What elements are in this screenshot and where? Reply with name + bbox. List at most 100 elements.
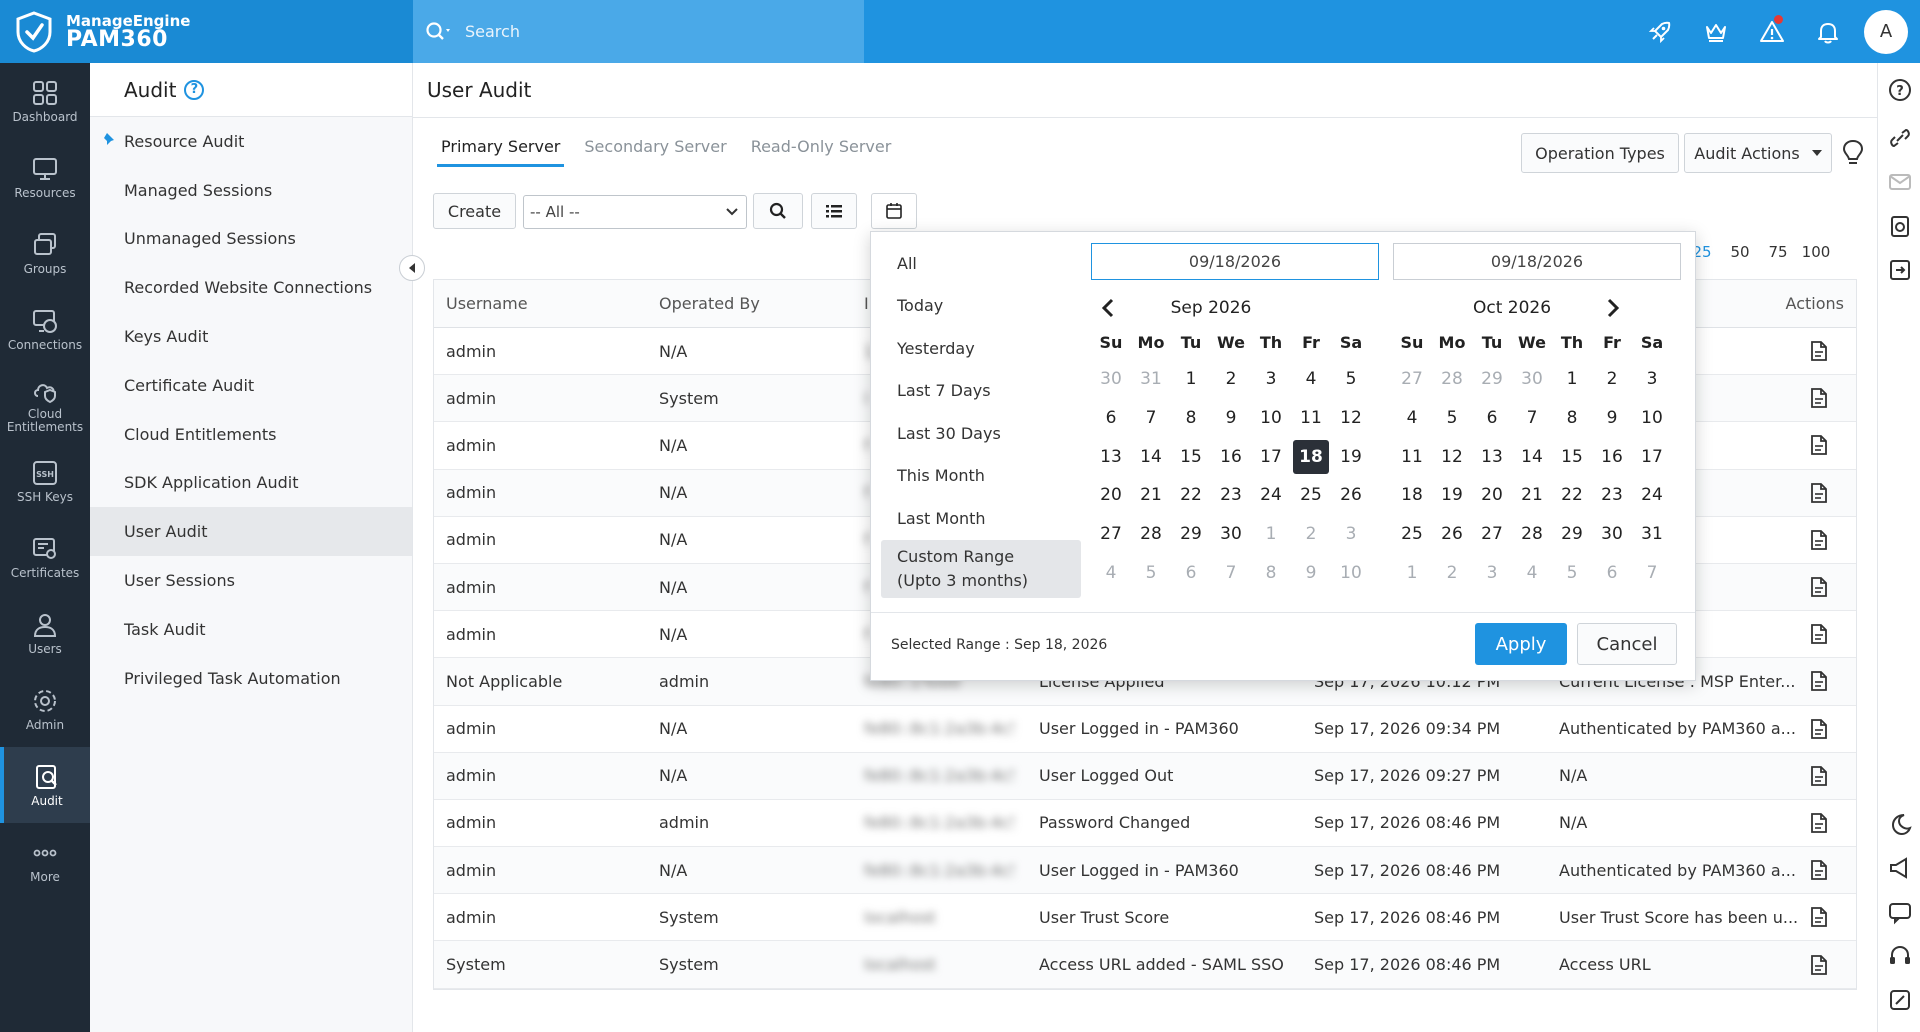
calendar-day[interactable]: 1: [1251, 515, 1291, 554]
nav-connections[interactable]: Connections: [0, 291, 90, 367]
document-icon[interactable]: [1809, 954, 1829, 976]
calendar-day[interactable]: 7: [1632, 553, 1672, 592]
table-row[interactable]: System System localhost Access URL added - …: [434, 941, 1856, 989]
document-icon[interactable]: [1809, 670, 1829, 692]
page-size-option[interactable]: 100: [1797, 243, 1835, 261]
calendar-day[interactable]: 11: [1291, 399, 1331, 438]
nav-audit[interactable]: Audit: [0, 747, 90, 823]
document-icon[interactable]: [1809, 718, 1829, 740]
calendar-day[interactable]: 22: [1171, 476, 1211, 515]
avatar[interactable]: A: [1864, 9, 1908, 54]
calendar-day[interactable]: 12: [1432, 437, 1472, 476]
calendar-day[interactable]: 20: [1472, 476, 1512, 515]
sidebar-item-recorded-website-connections[interactable]: Recorded Website Connections: [90, 263, 412, 312]
calendar-day[interactable]: 3: [1632, 360, 1672, 399]
calendar-day[interactable]: 21: [1512, 476, 1552, 515]
list-view-button[interactable]: [811, 193, 857, 229]
calendar-day[interactable]: 1: [1392, 553, 1432, 592]
page-size-option[interactable]: 75: [1759, 243, 1797, 261]
calendar-day[interactable]: 27: [1472, 515, 1512, 554]
document-icon[interactable]: [1809, 576, 1829, 598]
nav-dashboard[interactable]: Dashboard: [0, 63, 90, 139]
create-button[interactable]: Create: [433, 193, 516, 229]
calendar-day[interactable]: 17: [1632, 437, 1672, 476]
operation-types-button[interactable]: Operation Types: [1521, 133, 1679, 173]
calendar-day[interactable]: 31: [1632, 515, 1672, 554]
calendar-day[interactable]: 26: [1331, 476, 1371, 515]
calendar-day[interactable]: 10: [1632, 399, 1672, 438]
pin-icon[interactable]: [102, 131, 118, 147]
nav-users[interactable]: Users: [0, 595, 90, 671]
column-header-username[interactable]: Username: [446, 280, 646, 327]
calendar-day[interactable]: 6: [1472, 399, 1512, 438]
document-icon[interactable]: [1809, 765, 1829, 787]
sidebar-item-task-audit[interactable]: Task Audit: [90, 605, 412, 654]
from-date-input[interactable]: 09/18/2026: [1091, 243, 1379, 280]
tab-secondary-server[interactable]: Secondary Server: [580, 133, 730, 167]
crown-icon[interactable]: [1688, 0, 1744, 63]
calendar-day[interactable]: 25: [1291, 476, 1331, 515]
nav-admin[interactable]: Admin: [0, 671, 90, 747]
calendar-day[interactable]: 6: [1091, 399, 1131, 438]
range-option-this-month[interactable]: This Month: [881, 455, 1081, 498]
calendar-day[interactable]: 5: [1131, 553, 1171, 592]
calendar-day[interactable]: 27: [1091, 515, 1131, 554]
sidebar-item-cloud-entitlements[interactable]: Cloud Entitlements: [90, 410, 412, 459]
calendar-day[interactable]: 7: [1512, 399, 1552, 438]
calendar-day[interactable]: 20: [1091, 476, 1131, 515]
nav-groups[interactable]: Groups: [0, 215, 90, 291]
table-row[interactable]: admin N/A fe80::8c1:2a3b:4c5d User Logged i…: [434, 847, 1856, 895]
headset-icon[interactable]: [1887, 943, 1913, 969]
calendar-day[interactable]: 3: [1331, 515, 1371, 554]
calendar-day[interactable]: 26: [1432, 515, 1472, 554]
range-option-all[interactable]: All: [881, 242, 1081, 285]
search-button[interactable]: [753, 193, 803, 229]
sidebar-item-managed-sessions[interactable]: Managed Sessions: [90, 166, 412, 215]
calendar-day[interactable]: 23: [1211, 476, 1251, 515]
calendar-day[interactable]: 16: [1592, 437, 1632, 476]
sidebar-item-keys-audit[interactable]: Keys Audit: [90, 312, 412, 361]
calendar-day[interactable]: 8: [1251, 553, 1291, 592]
sidebar-collapse-button[interactable]: [399, 255, 425, 281]
app-logo[interactable]: ManageEngine PAM360: [0, 0, 413, 63]
moon-icon[interactable]: [1887, 811, 1913, 837]
calendar-day[interactable]: 2: [1592, 360, 1632, 399]
calendar-day[interactable]: 5: [1331, 360, 1371, 399]
calendar-day[interactable]: 15: [1171, 437, 1211, 476]
document-icon[interactable]: [1809, 623, 1829, 645]
calendar-day[interactable]: 27: [1392, 360, 1432, 399]
range-option-yesterday[interactable]: Yesterday: [881, 327, 1081, 370]
calendar-day[interactable]: 11: [1392, 437, 1432, 476]
document-icon[interactable]: [1809, 529, 1829, 551]
calendar-day-selected[interactable]: 18: [1291, 437, 1331, 476]
sidebar-item-certificate-audit[interactable]: Certificate Audit: [90, 361, 412, 410]
calendar-day[interactable]: 21: [1131, 476, 1171, 515]
calendar-day[interactable]: 4: [1392, 399, 1432, 438]
mail-icon[interactable]: [1887, 169, 1913, 195]
help-icon[interactable]: ?: [184, 79, 205, 100]
calendar-day[interactable]: 28: [1131, 515, 1171, 554]
chevron-left-icon[interactable]: [1099, 296, 1119, 320]
calendar-day[interactable]: 22: [1552, 476, 1592, 515]
calendar-day[interactable]: 8: [1171, 399, 1211, 438]
calendar-day[interactable]: 5: [1432, 399, 1472, 438]
sidebar-item-resource-audit[interactable]: Resource Audit: [90, 117, 412, 166]
calendar-day[interactable]: 15: [1552, 437, 1592, 476]
nav-ssh-keys[interactable]: SSH SSH Keys: [0, 443, 90, 519]
to-date-input[interactable]: 09/18/2026: [1393, 243, 1681, 280]
filter-select[interactable]: -- All --: [523, 195, 747, 229]
range-option-custom[interactable]: Custom Range (Upto 3 months): [881, 539, 1081, 598]
sidebar-item-sdk-application-audit[interactable]: SDK Application Audit: [90, 459, 412, 508]
chevron-right-icon[interactable]: [1602, 296, 1622, 320]
calendar-day[interactable]: 2: [1211, 360, 1251, 399]
range-option-last-month[interactable]: Last Month: [881, 497, 1081, 540]
alert-icon[interactable]: [1744, 0, 1800, 63]
calendar-day[interactable]: 18: [1392, 476, 1432, 515]
document-icon[interactable]: [1809, 387, 1829, 409]
calendar-day[interactable]: 19: [1331, 437, 1371, 476]
calendar-day[interactable]: 10: [1331, 553, 1371, 592]
column-header-operated-by[interactable]: Operated By: [659, 280, 839, 327]
calendar-day[interactable]: 30: [1592, 515, 1632, 554]
document-icon[interactable]: [1809, 906, 1829, 928]
calendar-day[interactable]: 9: [1291, 553, 1331, 592]
